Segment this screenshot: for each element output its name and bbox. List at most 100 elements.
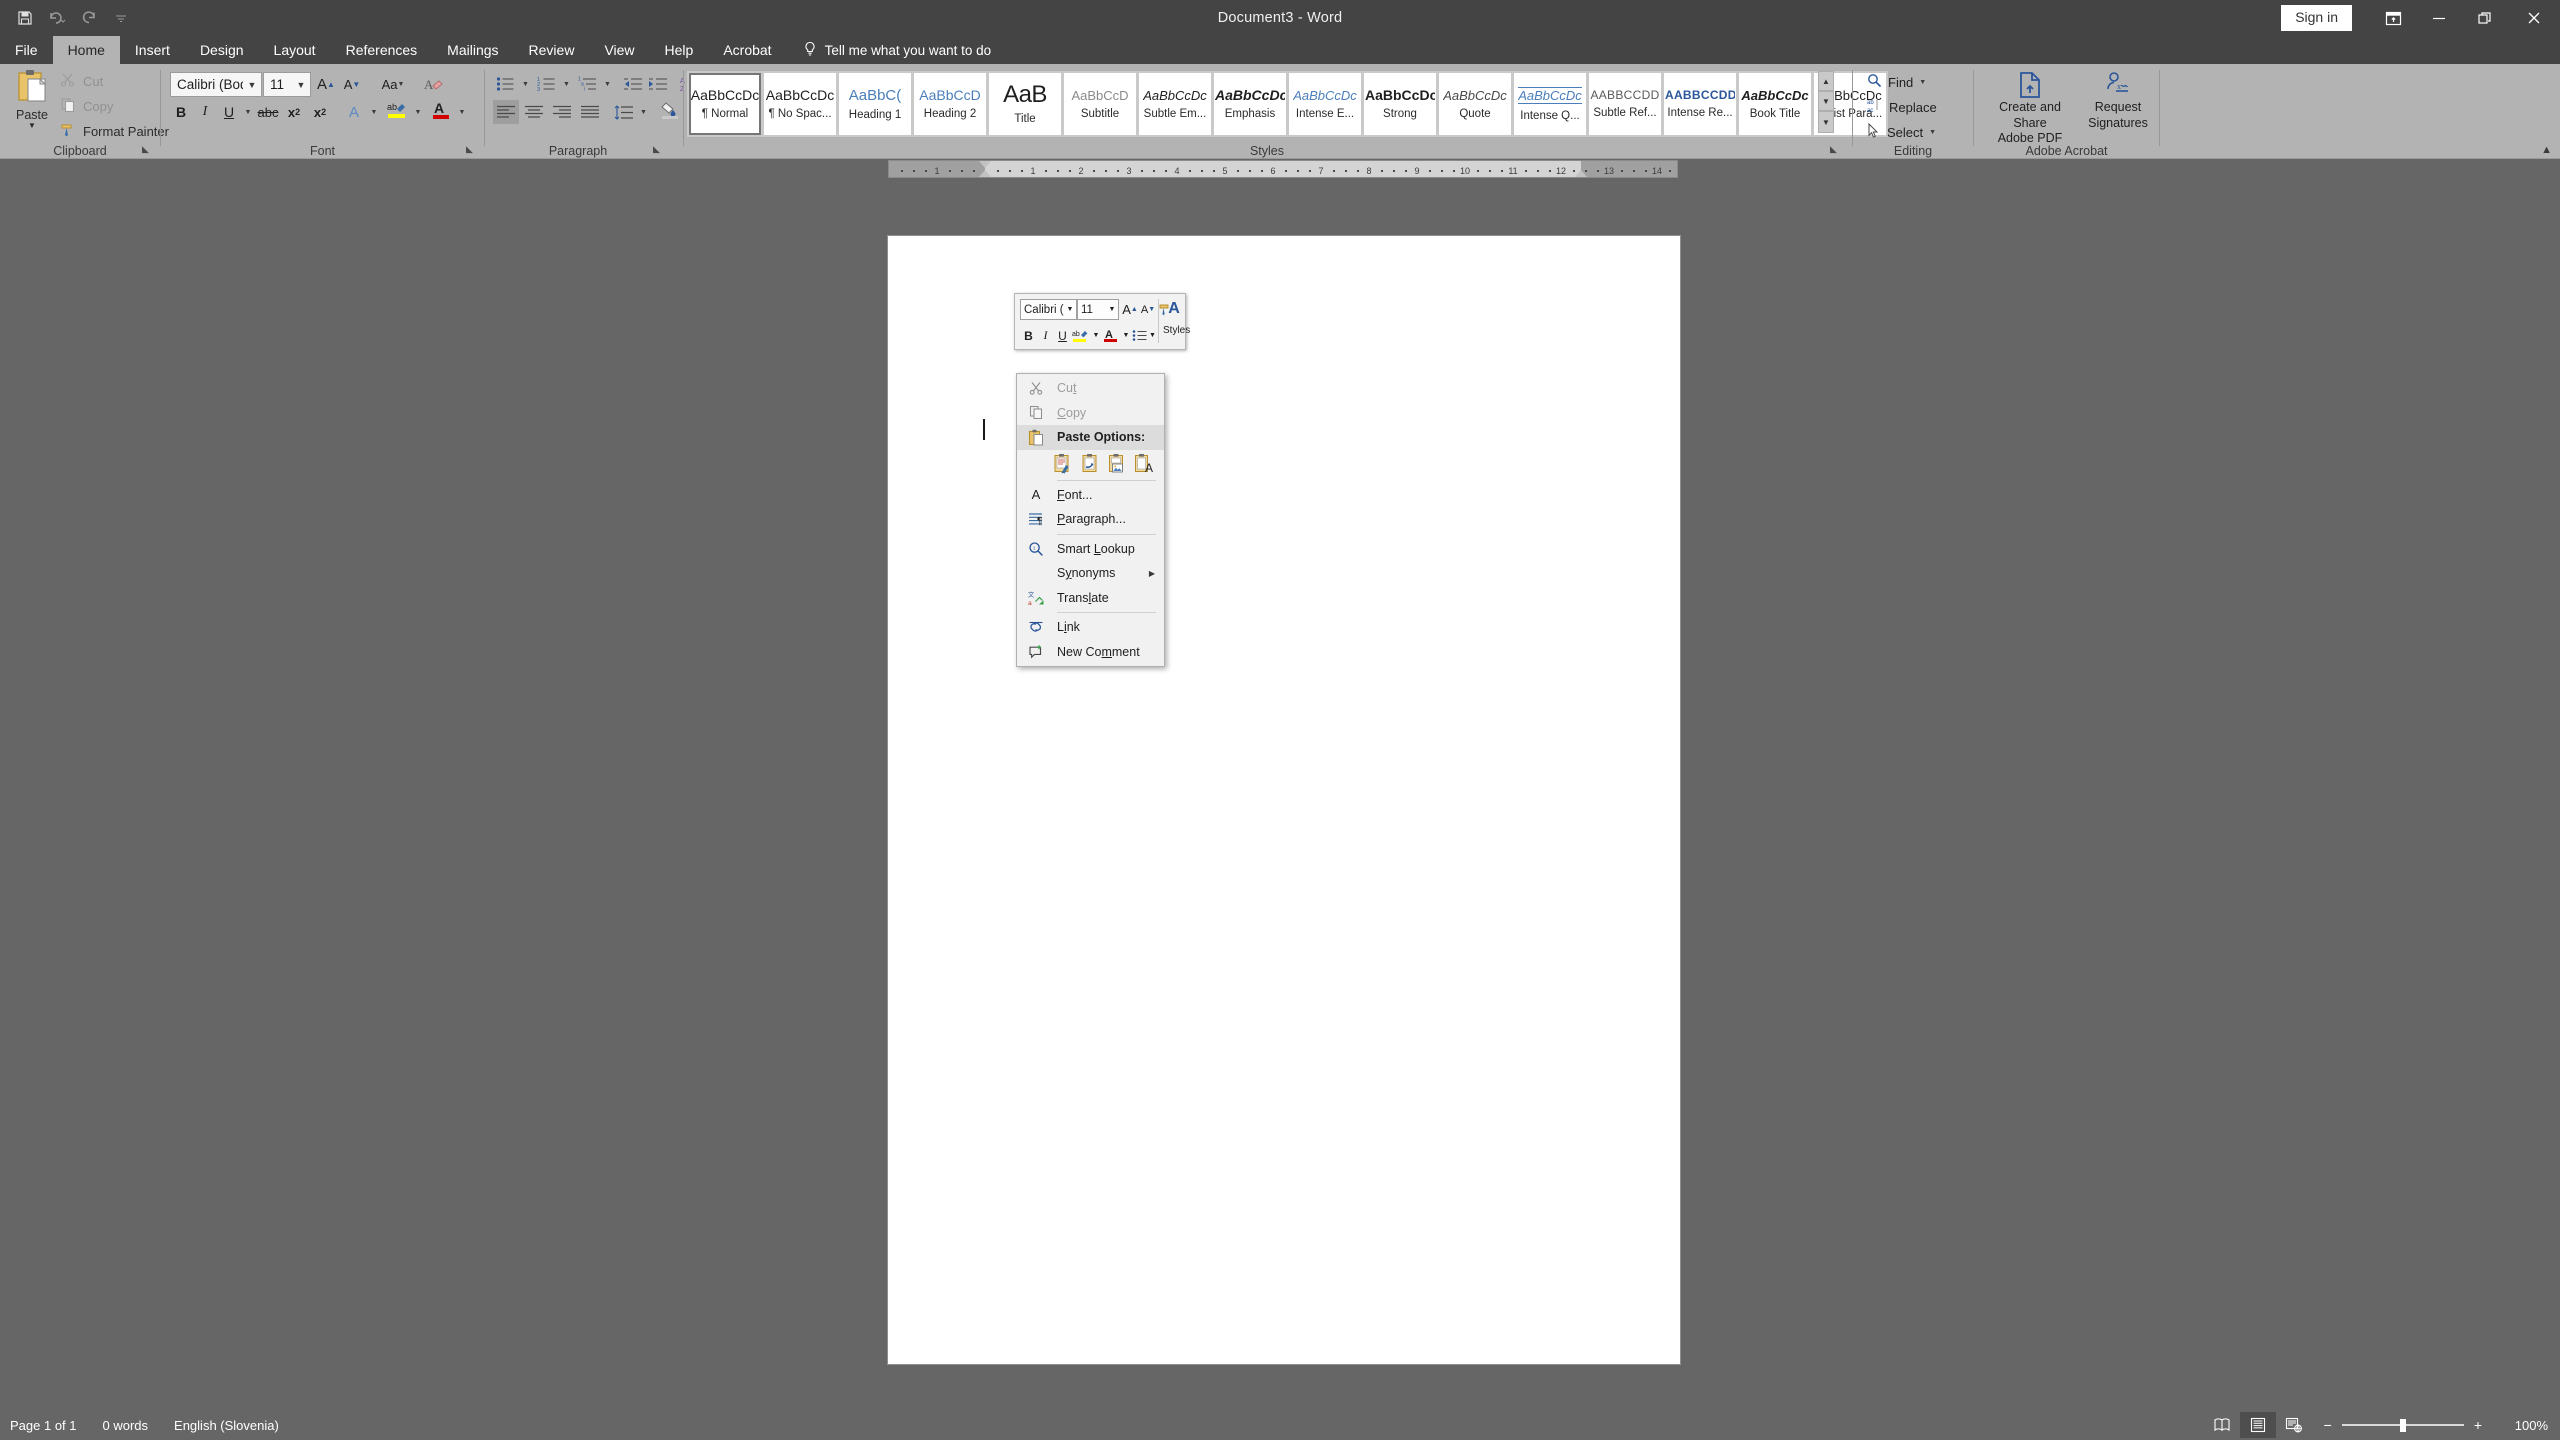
word-count[interactable]: 0 words	[103, 1418, 149, 1433]
font-color-icon[interactable]: A	[1101, 325, 1121, 347]
horizontal-ruler[interactable]: 1 1 2 3 4 5 6 7 8 9 10 11 12 13 14	[888, 160, 1678, 178]
find-caret-icon[interactable]: ▼	[1919, 79, 1926, 86]
sign-in-button[interactable]: Sign in	[2281, 5, 2352, 31]
styles-scroll-up-icon[interactable]: ▲	[1818, 71, 1834, 91]
style-card-intense-e[interactable]: AaBbCcDc Intense E...	[1289, 73, 1361, 135]
text-effects-caret-icon[interactable]: ▼	[367, 100, 381, 124]
line-spacing-caret-icon[interactable]: ▼	[637, 100, 650, 124]
tab-insert[interactable]: Insert	[120, 36, 185, 64]
font-dialog-launcher[interactable]: ◣	[463, 143, 476, 156]
tab-help[interactable]: Help	[650, 36, 709, 64]
style-card-quote[interactable]: AaBbCcDc Quote	[1439, 73, 1511, 135]
context-menu-item-link[interactable]: Link	[1017, 615, 1164, 640]
align-right-icon[interactable]	[549, 100, 575, 124]
font-name-combo[interactable]: Calibri (Body ▼	[170, 72, 262, 97]
minimize-icon[interactable]	[2416, 0, 2462, 36]
text-highlight-color-icon[interactable]: ab	[383, 98, 411, 122]
style-card-subtitle[interactable]: AaBbCcD Subtitle	[1064, 73, 1136, 135]
grow-font-icon[interactable]: A ▲	[313, 72, 339, 96]
find-button[interactable]: Find ▼	[1867, 73, 1926, 91]
context-menu-item-paste-options[interactable]: Paste Options:	[1017, 425, 1164, 450]
justify-icon[interactable]	[577, 100, 603, 124]
replace-button[interactable]: ab ac Replace	[1867, 98, 1937, 116]
context-menu-item-synonyms[interactable]: Synonyms ▶	[1017, 561, 1164, 586]
styles-icon[interactable]: A	[1164, 298, 1184, 320]
paste-button[interactable]: Paste ▼	[8, 68, 56, 130]
change-case-icon[interactable]: Aa ▼	[373, 72, 413, 96]
select-button[interactable]: Select ▼	[1867, 122, 1936, 141]
select-caret-icon[interactable]: ▼	[1929, 129, 1936, 136]
context-menu-item-font[interactable]: A Font...	[1017, 483, 1164, 508]
grow-font-icon[interactable]: A ▲	[1121, 299, 1139, 321]
print-layout-icon[interactable]	[2239, 1412, 2276, 1438]
shading-icon[interactable]	[657, 98, 683, 122]
chevron-down-icon[interactable]: ▼	[292, 80, 310, 90]
styles-scroll-down-icon[interactable]: ▼	[1818, 91, 1834, 111]
context-menu-item-translate[interactable]: 文 a Translate	[1017, 586, 1164, 611]
zoom-in-button[interactable]: +	[2474, 1417, 2482, 1433]
bullets-caret-icon[interactable]: ▼	[1148, 325, 1157, 347]
tab-review[interactable]: Review	[514, 36, 590, 64]
document-page[interactable]	[888, 236, 1680, 1364]
zoom-slider[interactable]	[2341, 1419, 2464, 1432]
styles-dialog-launcher[interactable]: ◣	[1827, 143, 1840, 156]
zoom-control[interactable]: − + 100%	[2324, 1417, 2548, 1433]
bold-icon[interactable]: B	[169, 100, 193, 124]
tab-acrobat[interactable]: Acrobat	[708, 36, 786, 64]
bullets-caret-icon[interactable]: ▼	[519, 72, 532, 96]
styles-scroll-buttons[interactable]: ▲ ▼ ▼	[1818, 71, 1834, 133]
style-card-normal[interactable]: AaBbCcDc ¶ Normal	[689, 73, 761, 135]
chevron-down-icon[interactable]: ▼	[1064, 306, 1076, 313]
tell-me-search[interactable]: Tell me what you want to do	[787, 36, 991, 64]
paste-picture-icon[interactable]	[1107, 453, 1128, 475]
decrease-indent-icon[interactable]	[620, 72, 645, 96]
right-indent-marker[interactable]	[1575, 170, 1587, 177]
style-card-heading-2[interactable]: AaBbCcD Heading 2	[914, 73, 986, 135]
font-size-combo[interactable]: 11 ▼	[263, 72, 311, 97]
ribbon-display-options-icon[interactable]	[2370, 0, 2416, 36]
mini-font-name-combo[interactable]: Calibri (Bo ▼	[1020, 299, 1077, 320]
underline-icon[interactable]: U	[1054, 325, 1071, 347]
style-card-emphasis[interactable]: AaBbCcDc Emphasis	[1214, 73, 1286, 135]
format-painter-button[interactable]: Format Painter	[60, 122, 169, 141]
italic-icon[interactable]: I	[193, 100, 217, 124]
paste-keep-source-formatting-icon[interactable]	[1053, 453, 1074, 475]
style-card-strong[interactable]: AaBbCcDc Strong	[1364, 73, 1436, 135]
style-card-no-spac[interactable]: AaBbCcDc ¶ No Spac...	[764, 73, 836, 135]
styles-more-icon[interactable]: ▼	[1818, 111, 1834, 133]
style-card-intense-q[interactable]: AaBbCcDc Intense Q...	[1514, 73, 1586, 135]
request-signatures-button[interactable]: x Request Signatures	[2084, 70, 2152, 131]
tab-references[interactable]: References	[331, 36, 433, 64]
superscript-icon[interactable]: x2	[307, 100, 333, 124]
tab-design[interactable]: Design	[185, 36, 259, 64]
strikethrough-icon[interactable]: abc	[255, 100, 281, 124]
first-line-indent-marker[interactable]	[979, 161, 991, 168]
subscript-icon[interactable]: x2	[281, 100, 307, 124]
numbering-icon[interactable]: 123	[534, 72, 560, 96]
language-indicator[interactable]: English (Slovenia)	[174, 1418, 279, 1433]
context-menu-item-new-comment[interactable]: New Comment	[1017, 640, 1164, 665]
text-highlight-color-icon[interactable]: ab	[1071, 325, 1091, 347]
web-layout-icon[interactable]	[2276, 1412, 2312, 1438]
tab-layout[interactable]: Layout	[259, 36, 331, 64]
hanging-indent-marker[interactable]	[979, 170, 991, 177]
clipboard-dialog-launcher[interactable]: ◣	[139, 143, 152, 156]
page-indicator[interactable]: Page 1 of 1	[10, 1418, 77, 1433]
restore-icon[interactable]	[2462, 0, 2508, 36]
multilevel-list-icon[interactable]: 1ai	[575, 72, 601, 96]
create-and-share-adobe-pdf-button[interactable]: Create and Share Adobe PDF	[1982, 70, 2078, 147]
close-icon[interactable]	[2508, 0, 2560, 36]
increase-indent-icon[interactable]	[645, 72, 670, 96]
zoom-level[interactable]: 100%	[2506, 1418, 2548, 1433]
font-color-icon[interactable]: A	[427, 98, 455, 122]
chevron-down-icon[interactable]: ▼	[28, 122, 36, 130]
mini-formatting-toolbar[interactable]: Calibri (Bo ▼ 11 ▼ A▲ A▼ A Styles B I U …	[1014, 293, 1190, 350]
numbering-caret-icon[interactable]: ▼	[560, 72, 573, 96]
style-card-heading-1[interactable]: AaBbC(Heading 1	[839, 73, 911, 135]
shrink-font-icon[interactable]: A ▼	[339, 72, 365, 96]
style-card-subtle-ref[interactable]: AABBCCDD Subtle Ref...	[1589, 73, 1661, 135]
bold-icon[interactable]: B	[1020, 325, 1037, 347]
style-card-title[interactable]: AaB Title	[989, 73, 1061, 135]
mini-font-size-combo[interactable]: 11 ▼	[1077, 299, 1119, 320]
center-icon[interactable]	[521, 100, 547, 124]
